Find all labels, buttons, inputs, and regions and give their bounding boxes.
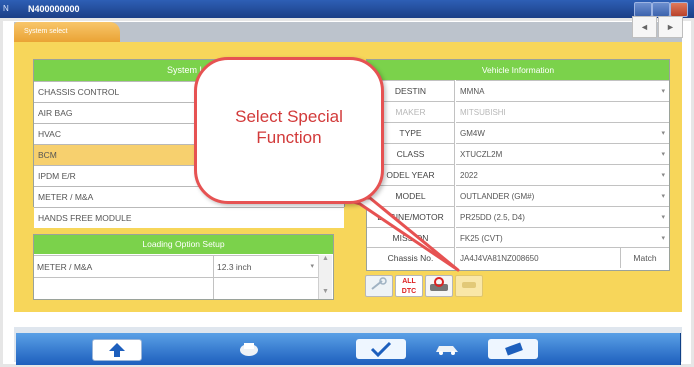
chevron-down-icon: ▾ [661, 88, 665, 95]
checkmark-icon [356, 339, 406, 359]
vehicle-info-value[interactable]: FK25 (CVT) ▾ [456, 227, 669, 248]
print-button[interactable] [216, 333, 283, 365]
vehicle-info-header: Vehicle Information [367, 60, 669, 80]
vehicle-info-value[interactable]: PR25DD (2.5, D4) ▾ [456, 206, 669, 227]
chevron-down-icon: ▾ [661, 214, 665, 221]
reprogram-icon[interactable] [425, 275, 453, 297]
wrench-icon[interactable] [365, 275, 393, 297]
maximize-button[interactable] [652, 2, 670, 17]
vehicle-info-value: JA4J4VA81NZ008650 [456, 247, 620, 268]
vehicle-info-value-text: MMNA [460, 87, 485, 96]
callout-pointer [338, 196, 460, 272]
all-dtc-button[interactable]: ALL DTC [395, 275, 423, 297]
window-title: N400000000 [28, 4, 80, 14]
prev-tab-button[interactable]: ◄ [632, 16, 657, 38]
vehicle-info-value-text: MITSUBISHI [460, 108, 506, 117]
chevron-down-icon: ▾ [310, 263, 314, 270]
toolbar-button-1[interactable] [16, 333, 83, 365]
vehicle-info-value[interactable]: 2022 ▾ [456, 164, 669, 185]
printer-icon [240, 343, 258, 356]
toolbar-button-10[interactable] [612, 333, 681, 365]
back-arrow-icon [92, 339, 142, 361]
vehicle-info-value-text: JA4J4VA81NZ008650 [460, 254, 539, 263]
chevron-down-icon: ▾ [661, 172, 665, 179]
vehicle-info-value[interactable]: MMNA ▾ [456, 80, 669, 101]
vehicle-info-value-text: GM4W [460, 129, 485, 138]
title-bar: N N400000000 [0, 0, 694, 18]
loading-option-name [34, 277, 214, 299]
chevron-down-icon: ▾ [661, 235, 665, 242]
loading-option-name: METER / M&A [34, 255, 214, 277]
minimize-button[interactable] [634, 2, 652, 17]
erase-button[interactable] [480, 333, 547, 365]
vehicle-info-value-text: XTUCZL2M [460, 150, 503, 159]
vehicle-button[interactable] [414, 333, 481, 365]
vehicle-info-value[interactable]: GM4W ▾ [456, 122, 669, 143]
loading-option-value: 12.3 inch [217, 262, 252, 272]
vehicle-info-value-text: OUTLANDER (GM#) [460, 192, 535, 201]
callout-text: Select Special Function [194, 106, 384, 148]
vehicle-info-value[interactable]: OUTLANDER (GM#) ▾ [456, 185, 669, 206]
all-dtc-label-bottom: DTC [401, 288, 417, 295]
callout-line-2: Function [256, 128, 322, 147]
match-button[interactable]: Match [620, 247, 669, 268]
scroll-down-icon[interactable]: ▼ [319, 288, 332, 295]
confirm-button[interactable] [348, 333, 415, 365]
system-list-item[interactable]: HANDS FREE MODULE [34, 207, 344, 228]
toolbar-button-9[interactable] [546, 333, 613, 365]
vehicle-info-value[interactable]: XTUCZL2M ▾ [456, 143, 669, 164]
chevron-down-icon: ▾ [661, 193, 665, 200]
loading-option-header: Loading Option Setup [34, 235, 333, 254]
chevron-down-icon: ▾ [661, 130, 665, 137]
eraser-icon [488, 339, 538, 359]
callout-line-1: Select Special [235, 107, 343, 126]
app-logo-icon: N [3, 4, 9, 13]
special-function-icon[interactable] [455, 275, 483, 297]
vehicle-info-value: MITSUBISHI [456, 101, 669, 122]
chevron-down-icon: ▾ [661, 151, 665, 158]
toolbar-button-3[interactable] [152, 333, 217, 365]
tab-system-select[interactable]: System select [14, 22, 120, 42]
back-button[interactable] [82, 333, 153, 365]
tab-nav: ◄ ► [632, 16, 683, 38]
close-button[interactable] [670, 2, 688, 17]
loading-option-value-select[interactable]: 12.3 inch ▾ [214, 255, 318, 277]
vehicle-info-value-text: 2022 [460, 171, 478, 180]
next-tab-button[interactable]: ► [658, 16, 683, 38]
all-dtc-label-top: ALL [402, 278, 416, 285]
toolbar-button-5[interactable] [282, 333, 349, 365]
car-icon [436, 346, 458, 355]
loading-option-value[interactable] [214, 277, 318, 299]
